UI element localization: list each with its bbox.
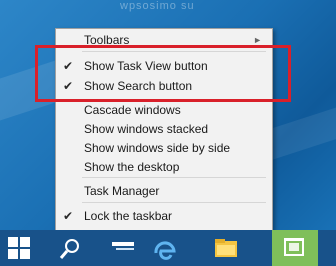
highlight-box [35,45,291,102]
desktop-ghost-text: wpsosimo su [120,0,195,12]
task-view-icon[interactable] [108,235,138,263]
menu-item-show-desktop[interactable]: Show the desktop [56,158,272,176]
store-grid-shape [289,243,299,251]
menu-item-lock-taskbar[interactable]: ✔ Lock the taskbar [56,207,272,225]
menu-item-label: Lock the taskbar [84,209,173,223]
checkmark-icon: ✔ [63,209,74,223]
menu-item-label: Cascade windows [84,103,181,117]
menu-item-task-manager[interactable]: Task Manager [56,182,272,200]
file-explorer-icon[interactable] [210,235,244,263]
menu-item-label: Show windows stacked [84,122,209,136]
menu-item-label: Show the desktop [84,160,180,174]
menu-separator [82,177,266,178]
menu-separator [82,202,266,203]
edge-browser-icon[interactable] [150,235,180,263]
menu-item-label: Task Manager [84,184,160,198]
menu-item-label: Show windows side by side [84,141,231,155]
menu-item-windows-stacked[interactable]: Show windows stacked [56,120,272,138]
search-icon[interactable] [56,235,84,263]
windows-start-icon[interactable] [8,237,30,259]
menu-item-windows-side-by-side[interactable]: Show windows side by side [56,139,272,157]
menu-item-cascade-windows[interactable]: Cascade windows [56,101,272,119]
store-icon[interactable] [272,230,318,266]
